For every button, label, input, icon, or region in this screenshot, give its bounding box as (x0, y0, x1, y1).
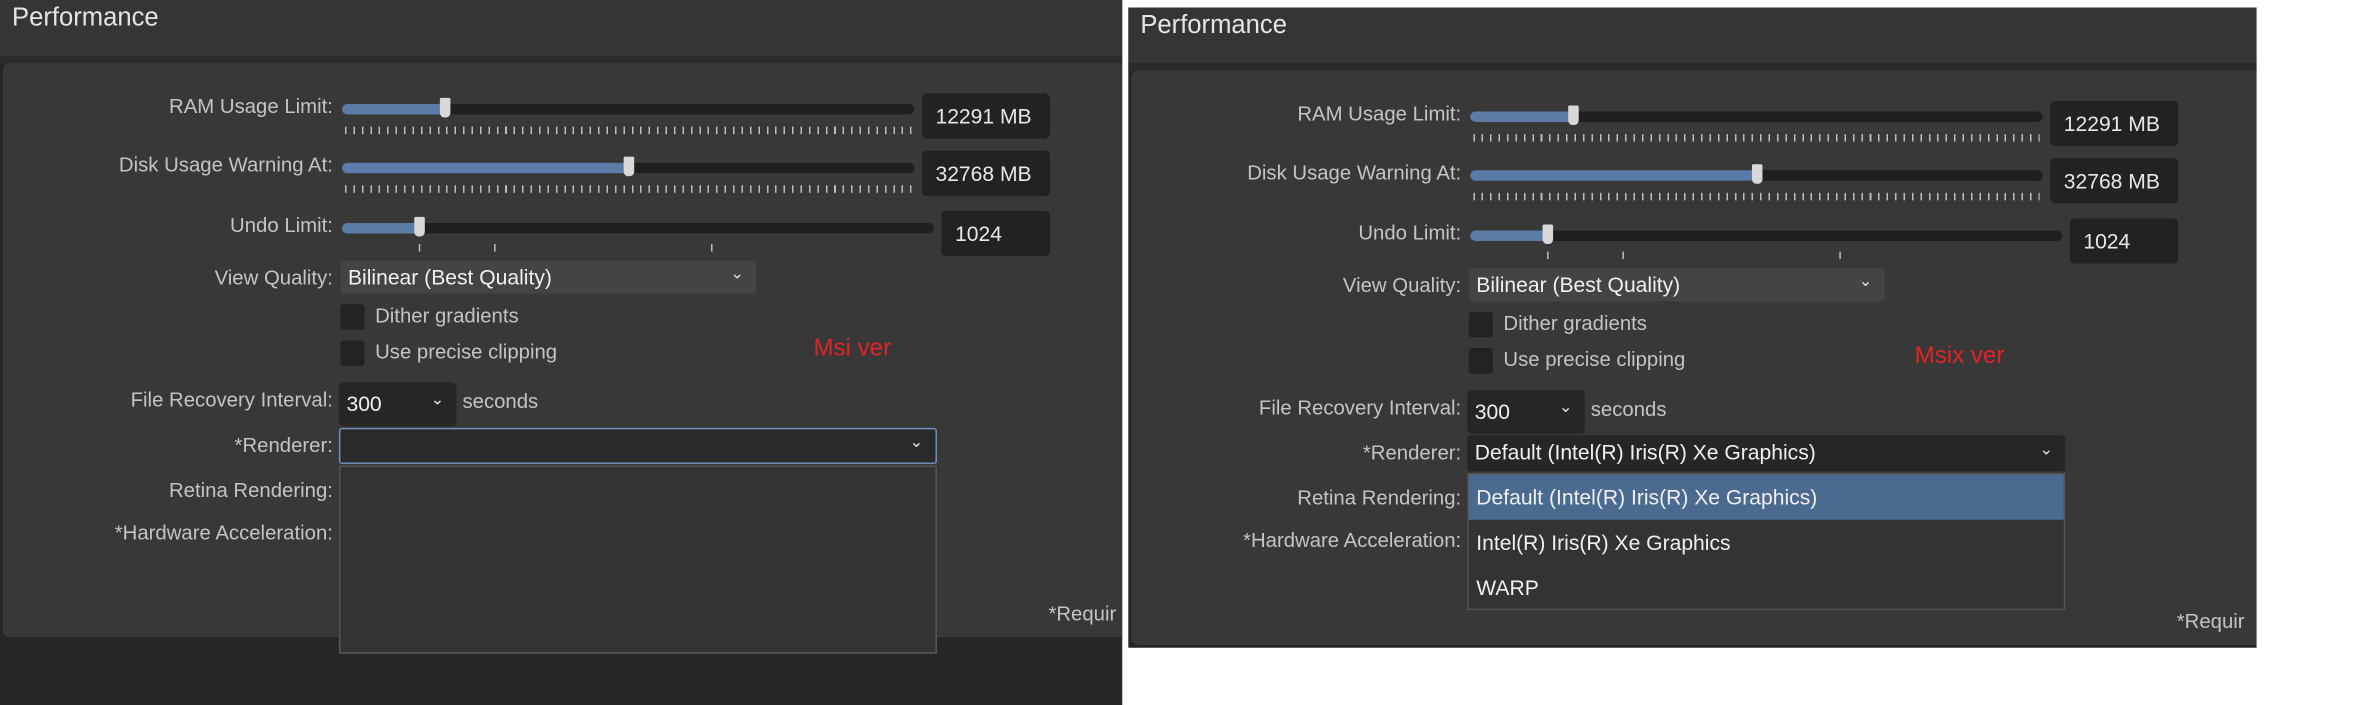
annotation-text: Msi ver (813, 335, 892, 362)
required-note: *Requir (2176, 610, 2245, 633)
title-bar (1128, 7, 2257, 64)
view-quality-dropdown[interactable]: Bilinear (Best Quality) ⌄ (1468, 268, 1885, 302)
undo-tick (418, 244, 421, 252)
ram-value[interactable]: 12291 MB (921, 93, 1050, 139)
precise-clipping-checkbox[interactable] (1468, 347, 1493, 374)
ram-slider-thumb[interactable] (440, 97, 452, 118)
disk-value[interactable]: 32768 MB (2050, 158, 2179, 204)
precise-clipping-label: Use precise clipping (1503, 347, 1686, 371)
undo-tick (711, 244, 713, 252)
undo-slider[interactable] (1470, 224, 2063, 245)
renderer-dropdown-list: Default (Intel(R) Iris(R) Xe Graphics) In… (1467, 473, 2066, 611)
ram-slider-thumb[interactable] (1568, 105, 1580, 126)
undo-slider-fill (1470, 230, 1548, 242)
dither-checkbox[interactable] (340, 304, 365, 330)
disk-label: Disk Usage Warning At: (118, 153, 333, 177)
undo-tick (1839, 251, 1841, 260)
hardware-acceleration-label: *Hardware Acceleration: (1243, 528, 1462, 552)
undo-tick (1547, 251, 1549, 260)
chevron-down-icon: ⌄ (1558, 397, 1573, 416)
section-title: Performance (12, 3, 159, 32)
ram-slider[interactable] (341, 97, 915, 118)
recovery-unit: seconds (1590, 397, 1667, 421)
annotation-text: Msix ver (1914, 343, 2005, 370)
chevron-down-icon: ⌄ (2039, 441, 2054, 460)
recovery-interval-dropdown[interactable]: 300 ⌄ (338, 382, 457, 427)
performance-window-msi: Performance RAM Usage Limit: 12291 MB Di… (0, 0, 1123, 705)
ram-slider[interactable] (1470, 105, 2043, 126)
disk-slider-ticks (1473, 192, 2040, 201)
dither-checkbox[interactable] (1468, 311, 1493, 338)
recovery-value: 300 (346, 391, 382, 416)
precise-clipping-label: Use precise clipping (375, 340, 558, 364)
dither-label: Dither gradients (1503, 311, 1647, 335)
disk-slider[interactable] (341, 156, 915, 177)
undo-value[interactable]: 1024 (2069, 218, 2179, 264)
ram-slider-ticks (344, 126, 912, 135)
renderer-label: *Renderer: (234, 433, 333, 457)
recovery-unit: seconds (462, 390, 539, 413)
ram-label: RAM Usage Limit: (1297, 102, 1462, 126)
disk-value[interactable]: 32768 MB (921, 150, 1050, 196)
undo-tick (1622, 251, 1624, 260)
renderer-option[interactable]: Intel(R) Iris(R) Xe Graphics (1469, 520, 2064, 565)
dither-label: Dither gradients (375, 304, 519, 327)
retina-label: Retina Rendering: (168, 479, 333, 502)
renderer-dropdown[interactable]: Default (Intel(R) Iris(R) Xe Graphics) ⌄ (1467, 435, 2066, 472)
disk-slider[interactable] (1470, 164, 2043, 184)
recovery-interval-dropdown[interactable]: 300 ⌄ (1467, 390, 1585, 434)
divider (1128, 63, 2257, 71)
recovery-label: File Recovery Interval: (1258, 396, 1462, 419)
ram-slider-ticks (1473, 134, 2040, 142)
ram-slider-fill (1470, 111, 1574, 123)
disk-slider-thumb[interactable] (623, 156, 635, 177)
renderer-dropdown-list (338, 465, 937, 654)
chevron-down-icon: ⌄ (430, 390, 445, 409)
renderer-label: *Renderer: (1362, 441, 1462, 464)
view-quality-label: View Quality: (214, 266, 333, 290)
view-quality-label: View Quality: (1342, 274, 1462, 297)
ram-label: RAM Usage Limit: (169, 94, 333, 118)
disk-slider-thumb[interactable] (1751, 164, 1763, 184)
disk-slider-ticks (344, 185, 912, 193)
retina-label: Retina Rendering: (1297, 486, 1462, 510)
undo-value[interactable]: 1024 (941, 210, 1050, 257)
title-bar (0, 0, 1123, 56)
chevron-down-icon: ⌄ (730, 264, 745, 283)
undo-slider[interactable] (341, 216, 934, 237)
undo-slider-thumb[interactable] (414, 216, 425, 237)
required-note: *Requir (1048, 602, 1117, 626)
undo-label: Undo Limit: (1358, 221, 1462, 245)
section-title: Performance (1140, 10, 1287, 40)
ram-slider-fill (341, 103, 445, 115)
divider (0, 55, 1123, 64)
renderer-option[interactable]: WARP (1469, 565, 2064, 610)
precise-clipping-checkbox[interactable] (340, 340, 365, 367)
ram-value[interactable]: 12291 MB (2050, 100, 2179, 147)
performance-window-msix: Performance RAM Usage Limit: 12291 MB Di… (1128, 7, 2257, 648)
recovery-value: 300 (1474, 399, 1510, 424)
view-quality-value: Bilinear (Best Quality) (347, 265, 552, 290)
undo-slider-thumb[interactable] (1542, 224, 1554, 245)
undo-tick (494, 244, 496, 252)
hardware-acceleration-label: *Hardware Acceleration: (114, 521, 333, 544)
disk-label: Disk Usage Warning At: (1247, 161, 1462, 184)
undo-slider-fill (341, 222, 419, 234)
disk-slider-fill (341, 162, 629, 174)
undo-label: Undo Limit: (230, 213, 333, 237)
renderer-dropdown[interactable]: ⌄ (338, 427, 937, 464)
chevron-down-icon: ⌄ (909, 433, 924, 452)
renderer-value: Default (Intel(R) Iris(R) Xe Graphics) (1474, 439, 1816, 464)
disk-slider-fill (1470, 170, 1757, 181)
chevron-down-icon: ⌄ (1858, 272, 1873, 291)
recovery-label: File Recovery Interval: (130, 388, 333, 412)
renderer-option[interactable]: Default (Intel(R) Iris(R) Xe Graphics) (1468, 474, 2064, 520)
view-quality-dropdown[interactable]: Bilinear (Best Quality) ⌄ (340, 260, 757, 294)
view-quality-value: Bilinear (Best Quality) (1476, 272, 1681, 297)
